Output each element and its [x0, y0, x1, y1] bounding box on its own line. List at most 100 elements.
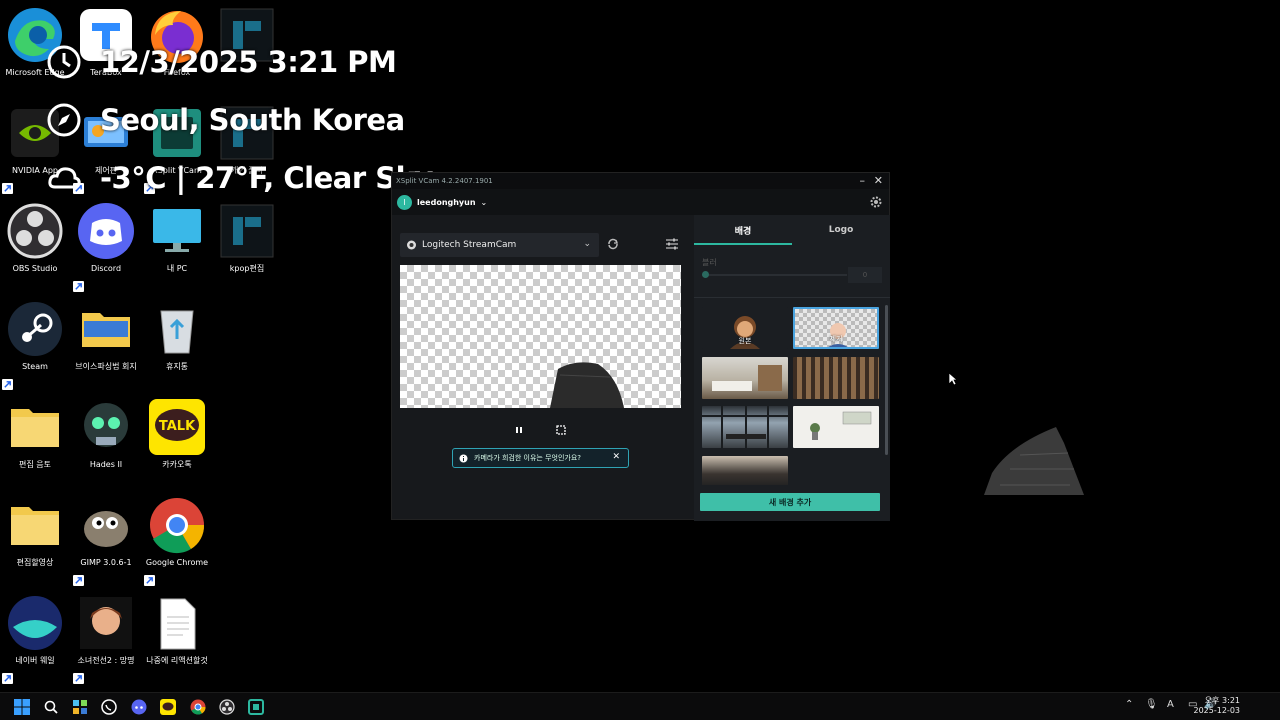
shortcut-arrow-icon: [73, 673, 84, 684]
refresh-icon[interactable]: [606, 237, 620, 251]
chevron-down-icon: ⌄: [583, 239, 591, 249]
desktop-icon-girls-frontline2[interactable]: 소녀전선2 : 망명: [71, 592, 141, 684]
close-icon[interactable]: ✕: [612, 452, 620, 462]
plant-image: [810, 411, 872, 440]
desktop-icon-folder[interactable]: 편집할영상: [0, 494, 70, 586]
tray-overflow-chevron-icon[interactable]: ⌃: [1125, 699, 1133, 710]
cloud-icon: [48, 167, 81, 189]
taskbar-whatsapp[interactable]: [99, 697, 119, 717]
minimize-button[interactable]: –: [860, 174, 866, 187]
taskbar-discord[interactable]: [129, 697, 149, 717]
desktop-icon-obs[interactable]: OBS Studio: [0, 200, 70, 292]
desktop-icon-chrome[interactable]: Google Chrome: [142, 494, 212, 586]
desktop-icon-whale[interactable]: 네이버 웨일: [0, 592, 70, 684]
crop-button[interactable]: [552, 421, 570, 439]
adjustments-icon[interactable]: [665, 237, 679, 251]
shortcut-arrow-icon: [2, 379, 13, 390]
desktop-icon-hades[interactable]: Hades II: [71, 396, 141, 488]
desktop-icon-text-file[interactable]: 나중에 리액션할것: [142, 592, 212, 684]
desktop-icon-label: 네이버 웨일: [15, 656, 55, 665]
game-icon: [75, 592, 137, 654]
ime-indicator[interactable]: A: [1167, 699, 1174, 710]
desktop-icon-folder[interactable]: 편집 음토: [0, 396, 70, 488]
taskbar-xsplit-vcam[interactable]: [246, 697, 266, 717]
desktop-icon-folder[interactable]: 브이스파싱법 회지: [71, 298, 141, 390]
desktop-icon-label: 내 PC: [166, 264, 188, 273]
camera-name: Logitech StreamCam: [422, 240, 517, 250]
shortcut-arrow-icon: [2, 673, 13, 684]
blur-value[interactable]: 0: [848, 267, 882, 283]
taskbar-chrome[interactable]: [188, 697, 208, 717]
mouse-cursor-icon: [948, 372, 958, 386]
background-living-room[interactable]: [702, 357, 788, 399]
desktop-icon-label: 휴지통: [165, 362, 189, 371]
window-title: XSplit VCam 4.2.2407.1901: [396, 177, 493, 185]
tab-logo[interactable]: Logo: [792, 215, 890, 245]
widget-datetime: 12/3/2025 3:21 PM: [100, 45, 397, 79]
blur-slider-track[interactable]: [702, 274, 847, 276]
blur-label: 블러: [702, 258, 717, 267]
compass-icon: [47, 103, 81, 137]
start-button[interactable]: [12, 697, 32, 717]
desktop-icon-steam[interactable]: Steam: [0, 298, 70, 390]
taskbar-kakaotalk[interactable]: [158, 697, 178, 717]
desktop-icon-gimp[interactable]: GIMP 3.0.6-1: [71, 494, 141, 586]
add-background-button[interactable]: 새 배경 추가: [700, 493, 880, 511]
window-titlebar[interactable]: XSplit VCam 4.2.2407.1901 – ✕: [392, 173, 889, 189]
xsplit-vcam-window: XSplit VCam 4.2.2407.1901 – ✕ l leedongh…: [391, 172, 890, 521]
background-wood-slats[interactable]: [793, 357, 879, 399]
svg-text:TALK: TALK: [159, 419, 196, 434]
desktop-icon-label: 소녀전선2 : 망명: [77, 656, 135, 665]
background-remove[interactable]: 제거: [793, 307, 879, 349]
office-image: [702, 406, 788, 448]
hades-skull-icon: [75, 396, 137, 458]
widget-weather-row: -3°C | 27°F, Clear Sky: [46, 160, 433, 196]
user-bar: l leedonghyun ⌄: [392, 189, 889, 215]
background-lounge[interactable]: [702, 456, 788, 485]
shortcut-arrow-icon: [2, 183, 13, 194]
desktop-icon-label: 편집 음토: [19, 460, 51, 469]
blur-slider-handle[interactable]: [702, 271, 709, 278]
camera-select[interactable]: Logitech StreamCam ⌄: [400, 233, 599, 257]
username[interactable]: leedonghyun: [417, 198, 476, 207]
desktop-icon-kpop[interactable]: kpop편집: [212, 200, 282, 292]
folder-icon: [4, 494, 66, 556]
help-notice[interactable]: 카메라가 희검한 이유는 무엇인가요? ✕: [452, 448, 629, 468]
background-scrollbar[interactable]: [885, 305, 888, 455]
microphone-icon[interactable]: 🎙: [1145, 699, 1158, 710]
room-image: [712, 365, 782, 391]
shortcut-arrow-icon: [73, 575, 84, 586]
avatar[interactable]: l: [397, 194, 412, 210]
widgets-icon: [73, 700, 87, 714]
camera-preview: [400, 265, 681, 408]
chrome-icon: [146, 494, 208, 556]
pause-button[interactable]: [510, 421, 528, 439]
chevron-down-icon[interactable]: ⌄: [481, 198, 488, 207]
desktop-icon-recycle-bin[interactable]: 휴지통: [142, 298, 212, 390]
search-button[interactable]: [41, 697, 61, 717]
clock-icon: [47, 45, 81, 79]
taskbar-obs[interactable]: [217, 697, 237, 717]
chrome-icon: [190, 699, 206, 715]
close-button[interactable]: ✕: [874, 174, 883, 187]
desktop-icon-this-pc[interactable]: 내 PC: [142, 200, 212, 292]
windows-logo-icon: [14, 699, 30, 715]
taskbar-widgets[interactable]: [70, 697, 90, 717]
kakaotalk-icon: [160, 699, 176, 715]
background-original[interactable]: 원본: [702, 307, 788, 349]
whatsapp-icon: [101, 699, 117, 715]
tab-background[interactable]: 배경: [694, 215, 792, 245]
shortcut-arrow-icon: [144, 575, 155, 586]
desktop-icon-label: GIMP 3.0.6-1: [80, 558, 132, 567]
background-pane: 배경 Logo 블러 0 원본 제거 새 배경 추가: [694, 215, 890, 521]
desktop-icon-kakaotalk[interactable]: TALK 카카오톡: [142, 396, 212, 488]
document-icon: [146, 592, 208, 654]
gear-icon[interactable]: [869, 195, 883, 209]
desktop-icon-discord[interactable]: Discord: [71, 200, 141, 292]
desktop-icon-label: 나중에 리액션할것: [146, 656, 208, 665]
background-minimal-room[interactable]: [793, 406, 879, 448]
desktop-icon-label: kpop편집: [229, 264, 265, 273]
background-office[interactable]: [702, 406, 788, 448]
taskbar-clock[interactable]: 오후 3:21 2025-12-03: [1194, 696, 1241, 716]
whale-browser-icon: [4, 592, 66, 654]
